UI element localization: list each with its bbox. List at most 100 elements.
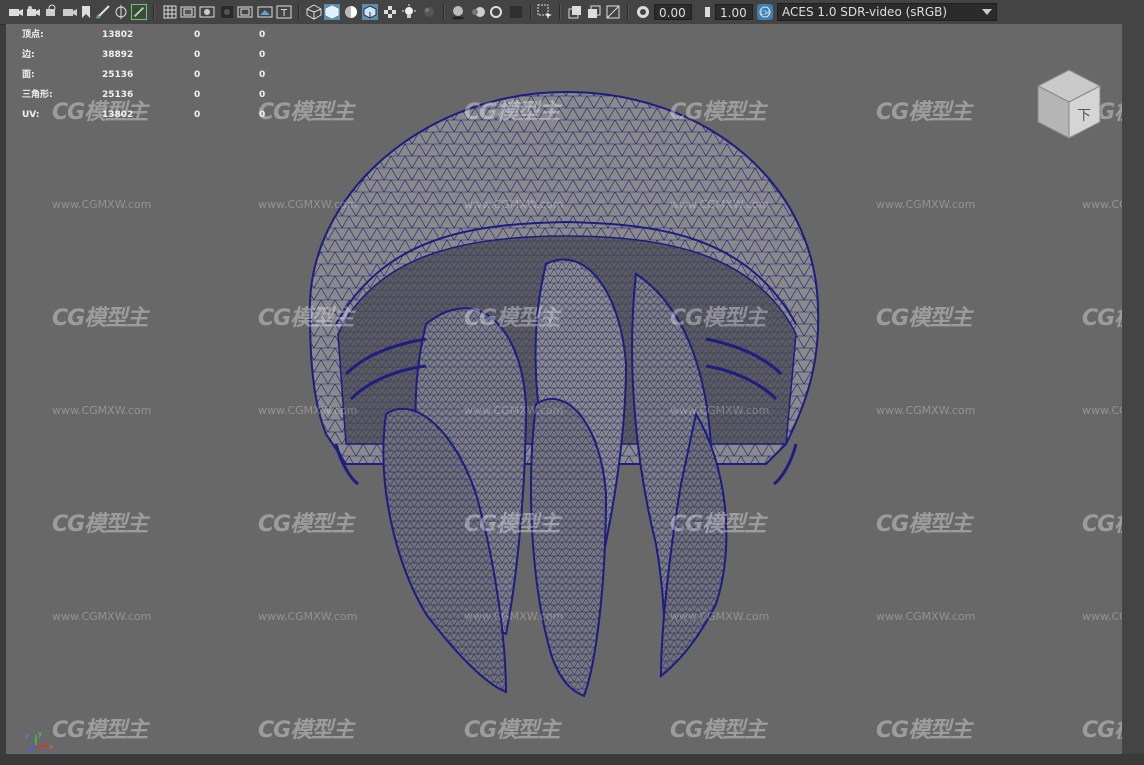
watermark-url: www.CGMXW.com (464, 404, 564, 417)
watermark-logo: CG模型主 (464, 306, 560, 331)
watermark-url: www.CGMXW.com (1082, 610, 1122, 623)
watermark-logo: CG模型主 (258, 718, 354, 743)
watermark-logo: CG模型主 (1082, 718, 1122, 743)
camera-lock-icon[interactable] (26, 4, 42, 20)
hud-label: 顶点: (22, 30, 44, 40)
safe-action-icon[interactable] (237, 4, 253, 20)
anti-alias-icon[interactable] (488, 4, 504, 20)
backface-icon[interactable] (605, 4, 621, 20)
colorspace-value: ACES 1.0 SDR-video (sRGB) (782, 5, 948, 19)
watermark-logo: CG模型主 (876, 306, 972, 331)
safe-title-icon[interactable] (257, 4, 273, 20)
isolate-select-icon[interactable] (567, 4, 583, 20)
panel-bottom-edge (0, 754, 1144, 765)
watermark-url: www.CGMXW.com (258, 198, 358, 211)
xray-icon[interactable] (586, 4, 602, 20)
viewcube-face-label: 下 (1077, 108, 1091, 124)
watermark-logo: CG模型主 (670, 306, 766, 331)
watermark-logo: CG模型主 (1082, 512, 1122, 537)
move-camera-icon[interactable] (113, 4, 129, 20)
watermark-url: www.CGMXW.com (876, 198, 976, 211)
watermark-url: www.CGMXW.com (464, 198, 564, 211)
camera-attributes-icon[interactable] (44, 4, 60, 20)
hud-value: 0 (259, 90, 266, 100)
watermark-logo: CG模型主 (876, 718, 972, 743)
watermark-url: www.CGMXW.com (52, 198, 152, 211)
smooth-shade-icon[interactable] (324, 4, 340, 20)
watermark-logo: CG模型主 (1082, 306, 1122, 331)
watermark-logo: CG模型主 (464, 718, 560, 743)
watermark-url: www.CGMXW.com (876, 404, 976, 417)
default-material-icon[interactable] (343, 4, 359, 20)
gamma-field[interactable]: 1.00 (715, 4, 753, 20)
watermark-url: www.CGMXW.com (258, 610, 358, 623)
colorspace-dropdown[interactable]: ACES 1.0 SDR-video (sRGB) (777, 3, 997, 21)
camera-view-icon[interactable] (62, 4, 78, 20)
hud-value: 0 (259, 70, 266, 80)
watermark-logo: CG模型主 (876, 512, 972, 537)
svg-text:T: T (280, 8, 288, 19)
motion-blur-icon[interactable] (470, 4, 486, 20)
hud-label: 三角形: (22, 90, 53, 100)
hud-value: 13802 (102, 110, 134, 120)
hud-value: 25136 (102, 70, 134, 80)
watermark-logo: CG模型主 (52, 718, 148, 743)
field-chart-icon[interactable] (219, 4, 235, 20)
gamma-icon[interactable] (697, 4, 713, 20)
hud-value: 0 (194, 90, 201, 100)
film-gate-icon[interactable] (180, 4, 196, 20)
depth-of-field-icon[interactable] (508, 4, 524, 20)
color-management-icon[interactable]: CM (757, 4, 773, 20)
watermark-url: www.CGMXW.com (670, 198, 770, 211)
watermark-logo: CG模型主 (876, 100, 972, 125)
exposure-icon[interactable] (635, 4, 651, 20)
watermark-url: www.CGMXW.com (52, 404, 152, 417)
grid-icon[interactable] (162, 4, 178, 20)
watermark-logo: CG模型主 (52, 306, 148, 331)
select-camera-icon[interactable] (537, 4, 553, 20)
chevron-down-icon (982, 9, 992, 15)
watermark-logo: CG模型主 (258, 306, 354, 331)
persp-viewport[interactable]: CG模型主 www.CGMXW.com CG模型主 www.CGMXW.com CG模型… (6, 24, 1122, 754)
hud-value: 0 (259, 30, 266, 40)
view-cube[interactable]: 下 (1036, 68, 1102, 140)
hud-value: 0 (194, 70, 201, 80)
watermark-url: www.CGMXW.com (876, 610, 976, 623)
watermark-logo: CG模型主 (258, 512, 354, 537)
hud-value: 0 (259, 110, 266, 120)
resolution-gate-icon[interactable] (199, 4, 215, 20)
maya-viewport-panel: T 0.00 1.00 CM ACES 1.0 SDR-video (sRGB) (0, 0, 1144, 765)
watermark-url: www.CGMXW.com (52, 610, 152, 623)
watermark-logo: CG模型主 (464, 512, 560, 537)
hud-value: 0 (194, 30, 201, 40)
watermark-url: www.CGMXW.com (670, 404, 770, 417)
ambient-occlusion-icon[interactable] (450, 4, 466, 20)
hud-value: 0 (194, 50, 201, 60)
wireframe-icon[interactable] (306, 4, 322, 20)
watermark-logo: CG模型主 (670, 512, 766, 537)
bookmark-icon[interactable] (78, 4, 94, 20)
watermark-logo: CG模型主 (52, 512, 148, 537)
hud-value: 25136 (102, 90, 134, 100)
text-overlay-icon[interactable]: T (276, 4, 292, 20)
panel-right-edge (1122, 24, 1144, 754)
watermark-url: www.CGMXW.com (1082, 198, 1122, 211)
grease-pencil-icon[interactable] (131, 4, 147, 20)
textured-icon[interactable] (382, 4, 398, 20)
hud-value: 13802 (102, 30, 134, 40)
shadows-icon[interactable] (421, 4, 437, 20)
watermark-url: www.CGMXW.com (258, 404, 358, 417)
exposure-field[interactable]: 0.00 (654, 4, 692, 20)
wireframe-on-shaded-icon[interactable] (362, 4, 378, 20)
watermark-url: www.CGMXW.com (464, 610, 564, 623)
watermark-url: www.CGMXW.com (1082, 404, 1122, 417)
lights-icon[interactable] (401, 4, 417, 20)
svg-text:CM: CM (760, 10, 769, 17)
image-plane-icon[interactable] (95, 4, 111, 20)
hud-label: 边: (22, 50, 35, 60)
camera-icon[interactable] (8, 4, 24, 20)
hud-label: 面: (22, 70, 35, 80)
watermark-logo: CG模型主 (464, 100, 560, 125)
watermark-logo: CG模型主 (670, 100, 766, 125)
axis-z-label: z (25, 732, 29, 740)
